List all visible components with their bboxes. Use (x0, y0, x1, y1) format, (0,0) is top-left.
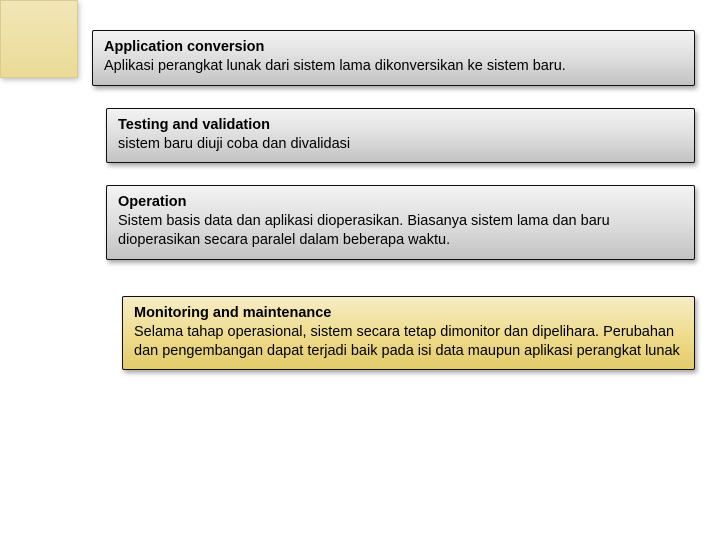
slide-content: Application conversion Aplikasi perangka… (92, 30, 695, 370)
card-testing-validation: Testing and validation sistem baru diuji… (106, 108, 695, 164)
card-title: Operation (118, 193, 683, 212)
card-monitoring-maintenance: Monitoring and maintenance Selama tahap … (122, 296, 695, 371)
card-body: Aplikasi perangkat lunak dari sistem lam… (104, 57, 683, 76)
card-body: Sistem basis data dan aplikasi dioperasi… (118, 212, 683, 250)
card-title: Monitoring and maintenance (134, 304, 683, 323)
card-title: Testing and validation (118, 116, 683, 135)
card-body: sistem baru diuji coba dan divalidasi (118, 135, 683, 154)
corner-ornament (0, 0, 78, 78)
card-application-conversion: Application conversion Aplikasi perangka… (92, 30, 695, 86)
card-operation: Operation Sistem basis data dan aplikasi… (106, 185, 695, 260)
card-title: Application conversion (104, 38, 683, 57)
card-body: Selama tahap operasional, sistem secara … (134, 323, 683, 361)
